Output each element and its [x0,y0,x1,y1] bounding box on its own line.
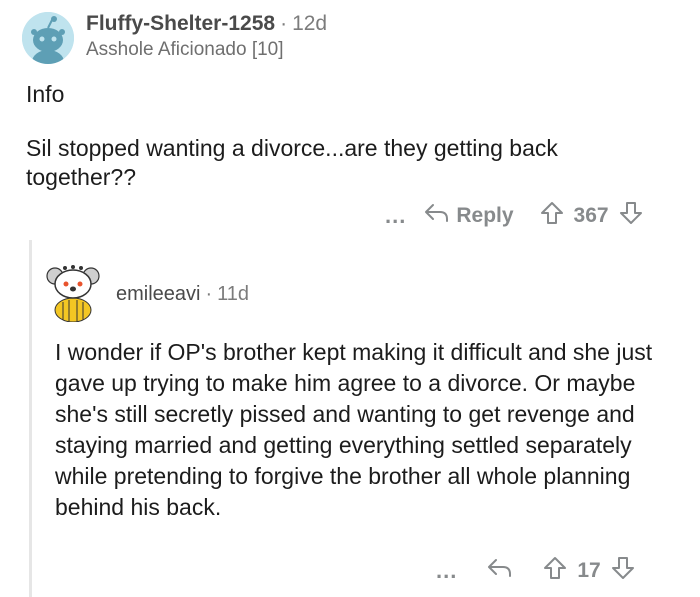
user-avatar[interactable] [22,12,74,64]
comment-actions: ... Reply 367 [385,201,643,231]
username[interactable]: emileeavi [116,283,200,305]
timestamp: 11d [217,283,250,305]
comment-body-line: Info [26,81,65,107]
vote-count: 367 [573,204,609,227]
user-avatar[interactable] [45,262,101,323]
snoo-avatar-icon [22,12,74,64]
thread-line[interactable] [29,240,32,597]
vote-count: 17 [577,559,601,582]
username[interactable]: Fluffy-Shelter-1258 [86,12,275,35]
downvote-icon[interactable] [611,556,635,586]
upvote-icon[interactable] [543,556,567,586]
timestamp: 12d [292,12,328,35]
more-options-button[interactable]: ... [385,205,406,227]
comment-body-line: Sil stopped wanting a divorce...are they… [26,135,558,190]
comment-author[interactable]: Fluffy-Shelter-1258 · 12d [86,12,327,36]
snoo-koala-avatar-icon [46,265,100,323]
separator: · [205,283,213,305]
more-options-button[interactable]: ... [436,560,457,582]
comment-author[interactable]: emileeavi · 11d [116,283,249,306]
downvote-icon[interactable] [619,201,643,231]
comment-actions: ... 17 [436,556,635,586]
user-flair: Asshole Aficionado [10] [86,39,284,60]
reply-icon[interactable] [424,203,450,229]
separator: · [280,12,288,35]
reply-button[interactable]: Reply [456,204,513,228]
comment-body: I wonder if OP's brother kept making it … [55,339,653,520]
upvote-icon[interactable] [540,201,564,231]
reply-icon[interactable] [487,558,513,584]
